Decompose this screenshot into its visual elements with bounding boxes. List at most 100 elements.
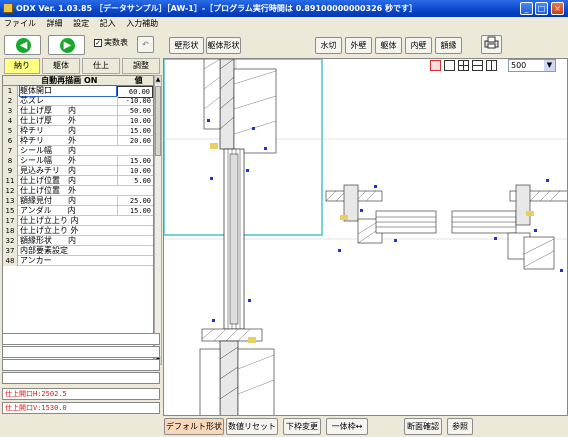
- row-name: 仕上げ位置 外: [20, 186, 76, 195]
- realsize-checkbox[interactable]: ✓: [94, 39, 102, 47]
- row-number: 9: [3, 166, 18, 176]
- row-value-cell[interactable]: 15.00: [117, 156, 153, 166]
- frame-shape-button[interactable]: 躯体形状: [206, 37, 241, 54]
- single-view-icon[interactable]: [444, 60, 455, 71]
- view-mode-icon[interactable]: [430, 60, 441, 71]
- row-value-cell[interactable]: 10.00: [117, 166, 153, 176]
- table-row[interactable]: 13 額縁見付 内 25.00: [3, 196, 153, 206]
- row-value-cell[interactable]: 10.00: [117, 116, 153, 126]
- tab-kutai[interactable]: 躯体: [42, 58, 80, 74]
- undo-icon: ↶: [142, 40, 149, 49]
- drip-button[interactable]: 水切: [315, 37, 342, 54]
- table-row[interactable]: 17 仕上げ立上り 内: [3, 216, 153, 226]
- v-opening-text: 仕上開口V:1530.0: [2, 402, 160, 414]
- table-row[interactable]: 2 芯ズレ -10.00: [3, 96, 153, 106]
- table-row[interactable]: 37 内部要素設定: [3, 246, 153, 256]
- table-row[interactable]: 48 アンカー: [3, 256, 153, 266]
- default-shape-button[interactable]: デフォルト形状: [164, 418, 224, 435]
- maximize-button[interactable]: □: [535, 2, 548, 15]
- row-value-cell[interactable]: 50.00: [117, 106, 153, 116]
- table-row[interactable]: 11 仕上げ位置 内 5.00: [3, 176, 153, 186]
- table-row[interactable]: 6 枠チリ 外 20.00: [3, 136, 153, 146]
- row-number: 17: [3, 216, 18, 226]
- zoom-select[interactable]: 500 ▼: [508, 59, 556, 72]
- row-name: 仕上げ立上り 内: [20, 216, 79, 225]
- lower-frame-change-button[interactable]: 下枠変更: [283, 418, 321, 435]
- row-value-cell[interactable]: 20.00: [117, 136, 153, 146]
- menu-entry[interactable]: 記入: [96, 17, 120, 30]
- frame-button[interactable]: 躯体: [375, 37, 402, 54]
- horizontal-split-icon[interactable]: [472, 60, 483, 71]
- table-row[interactable]: 9 見込みチリ 内 10.00: [3, 166, 153, 176]
- chevron-down-icon[interactable]: ▼: [544, 60, 555, 71]
- minimize-button[interactable]: _: [520, 2, 533, 15]
- menu-file[interactable]: ファイル: [0, 17, 40, 30]
- app-icon: [3, 3, 13, 13]
- row-number: 18: [3, 226, 18, 236]
- menu-detail[interactable]: 詳細: [43, 17, 67, 30]
- row-number: 32: [3, 236, 18, 246]
- row-name: 枠チリ 内: [20, 126, 76, 135]
- row-name: シール幅 内: [20, 146, 76, 155]
- row-value-cell[interactable]: 5.00: [117, 176, 153, 186]
- table-row[interactable]: 8 シール幅 外 15.00: [3, 156, 153, 166]
- row-name: 額縁形状 内: [20, 236, 76, 245]
- drawing-canvas[interactable]: [163, 58, 568, 416]
- title-bar: ODX Ver. 1.03.85 ［データサンプル］［AW-1］-［プログラム実…: [0, 0, 568, 17]
- info-field-2: [2, 346, 160, 358]
- tab-shiage[interactable]: 仕上: [82, 58, 120, 74]
- row-number: 3: [3, 106, 18, 116]
- row-value-cell[interactable]: 25.00: [117, 196, 153, 206]
- table-row[interactable]: 32 額縁形状 内: [3, 236, 153, 246]
- table-scrollbar[interactable]: ▲ ▼: [154, 75, 162, 365]
- tab-chosei[interactable]: 調整: [122, 58, 160, 74]
- parameter-table: 自動再描画 ON 値 1 躯体開口 60.00 2 芯ズレ -10.00 3 仕上げ厚 内 50…: [2, 75, 154, 365]
- row-value-cell[interactable]: 15.00: [117, 206, 153, 216]
- row-number: 12: [3, 186, 18, 196]
- table-row[interactable]: 1 躯体開口 60.00: [3, 85, 153, 98]
- print-icon: [484, 36, 499, 49]
- interior-wall-button[interactable]: 内壁: [405, 37, 432, 54]
- vertical-split-icon[interactable]: [486, 60, 497, 71]
- value-reset-button[interactable]: 数値リセット: [226, 418, 278, 435]
- row-name: 芯ズレ: [20, 96, 44, 105]
- window-title: ODX Ver. 1.03.85 ［データサンプル］［AW-1］-［プログラム実…: [16, 4, 418, 13]
- tab-osamari[interactable]: 納り: [4, 58, 40, 74]
- row-name: 仕上げ厚 内: [20, 106, 76, 115]
- table-row[interactable]: 4 仕上げ厚 外 10.00: [3, 116, 153, 126]
- menu-settings[interactable]: 設定: [69, 17, 93, 30]
- print-button[interactable]: [481, 35, 502, 54]
- table-row[interactable]: 7 シール幅 内: [3, 146, 153, 156]
- row-value-cell[interactable]: -10.00: [117, 96, 153, 106]
- row-name: 額縁見付 内: [20, 196, 76, 205]
- table-row[interactable]: 18 仕上げ立上り 外: [3, 226, 153, 236]
- scroll-thumb[interactable]: [155, 86, 161, 156]
- table-row[interactable]: 3 仕上げ厚 内 50.00: [3, 106, 153, 116]
- integrated-frame-button[interactable]: 一体枠↔: [326, 418, 368, 435]
- info-field-4: [2, 372, 160, 384]
- casing-button[interactable]: 額縁: [435, 37, 462, 54]
- info-field-1: [2, 333, 160, 345]
- row-name: 見込みチリ 内: [20, 166, 76, 175]
- quad-view-icon[interactable]: [458, 60, 469, 71]
- row-number: 15: [3, 206, 18, 216]
- scroll-up-icon[interactable]: ▲: [155, 76, 161, 84]
- row-number: 6: [3, 136, 18, 146]
- table-row[interactable]: 5 枠チリ 内 15.00: [3, 126, 153, 136]
- close-button[interactable]: ×: [551, 2, 564, 15]
- menu-input-assist[interactable]: 入力補助: [122, 17, 162, 30]
- undo-button[interactable]: ↶: [137, 36, 154, 53]
- table-row[interactable]: 12 仕上げ位置 外: [3, 186, 153, 196]
- section-drawing: [164, 59, 567, 415]
- row-name: 内部要素設定: [20, 246, 68, 255]
- table-row[interactable]: 15 アンダル 内 15.00: [3, 206, 153, 216]
- header-auto-redraw[interactable]: 自動再描画 ON: [21, 76, 118, 86]
- back-button[interactable]: ◀: [4, 35, 41, 55]
- row-number: 2: [3, 96, 18, 106]
- row-value-cell[interactable]: 15.00: [117, 126, 153, 136]
- forward-button[interactable]: ▶: [48, 35, 85, 55]
- section-check-button[interactable]: 断面確認: [404, 418, 442, 435]
- wall-shape-button[interactable]: 壁形状: [169, 37, 204, 54]
- reference-button[interactable]: 参照: [447, 418, 473, 435]
- exterior-wall-button[interactable]: 外壁: [345, 37, 372, 54]
